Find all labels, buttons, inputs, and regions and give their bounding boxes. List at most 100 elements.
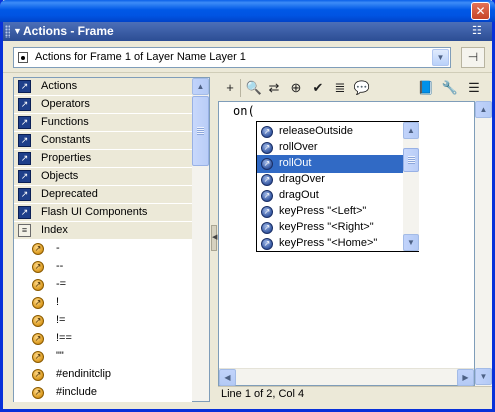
collapse-triangle-icon[interactable]: ▼ bbox=[13, 26, 22, 36]
code-hint-label: keyPress "<Right>" bbox=[279, 221, 374, 233]
operator-icon: ↗ bbox=[32, 351, 44, 363]
scroll-down-icon[interactable]: ▼ bbox=[475, 368, 492, 385]
event-icon: ↗ bbox=[261, 126, 273, 138]
operator-icon: ↗ bbox=[32, 297, 44, 309]
event-icon: ↗ bbox=[261, 222, 273, 234]
event-icon: ↗ bbox=[261, 190, 273, 202]
frame-icon bbox=[18, 52, 28, 63]
toolbox-category[interactable]: ↗ Actions bbox=[14, 78, 192, 96]
event-icon: ↗ bbox=[261, 206, 273, 218]
event-icon: ↗ bbox=[261, 142, 273, 154]
toolbox-category-label: Index bbox=[41, 224, 68, 236]
reference-icon[interactable]: 📘 bbox=[416, 78, 436, 98]
window-titlebar[interactable]: ✕ bbox=[0, 0, 495, 22]
actions-toolbox: ≡ Index ↗ Flash UI Components ↗ Deprecated ↗ Ob… bbox=[13, 77, 210, 402]
editor-gutter bbox=[219, 102, 229, 369]
operator-icon: ↗ bbox=[32, 387, 44, 399]
code-hint-label: rollOver bbox=[279, 141, 318, 153]
code-line[interactable]: on( bbox=[233, 104, 255, 118]
panel-title: Actions - Frame bbox=[23, 24, 114, 38]
index-item-label: "" bbox=[56, 350, 64, 362]
index-item[interactable]: ↗! bbox=[14, 294, 192, 312]
toolbox-category-label: Operators bbox=[41, 98, 90, 110]
operator-icon: ↗ bbox=[32, 333, 44, 345]
toolbox-scrollbar[interactable]: ▲ bbox=[192, 78, 209, 401]
code-hint-popup[interactable]: ↗ releaseOutside ↗ rollOver ↗ rollOut ↗ dragOve… bbox=[256, 121, 419, 252]
toolbox-category[interactable]: ↗ Flash UI Components bbox=[14, 204, 192, 222]
index-item[interactable]: ↗ #include bbox=[14, 384, 192, 402]
check-syntax-icon[interactable]: ✔ bbox=[308, 78, 328, 98]
category-book-icon: ↗ bbox=[18, 152, 31, 165]
toolbox-category[interactable]: ↗ Functions bbox=[14, 114, 192, 132]
scroll-up-icon[interactable]: ▲ bbox=[475, 101, 492, 118]
index-item[interactable]: ↗ -- bbox=[14, 258, 192, 276]
auto-format-icon[interactable]: ≣ bbox=[330, 78, 350, 98]
code-hint-item[interactable]: ↗ keyPress "<Home>" bbox=[257, 235, 404, 253]
toolbox-category-label: Objects bbox=[41, 170, 79, 182]
toolbox-category-label: Deprecated bbox=[41, 188, 98, 200]
scroll-right-icon[interactable]: ▶ bbox=[457, 369, 474, 386]
chevron-down-icon[interactable]: ▼ bbox=[432, 49, 449, 66]
toolbox-category-label: Flash UI Components bbox=[41, 206, 148, 218]
code-hint-label: releaseOutside bbox=[279, 125, 353, 137]
index-item-label: -- bbox=[56, 260, 64, 272]
operator-icon: ↗ bbox=[32, 315, 44, 327]
toolbox-category[interactable]: ↗ Constants bbox=[14, 132, 192, 150]
view-options-icon[interactable]: ☰ bbox=[464, 78, 484, 98]
operator-icon: ↗ bbox=[32, 261, 44, 273]
code-hint-label: keyPress "<Left>" bbox=[279, 205, 367, 217]
script-toolbar: + 🔍 ⇄ ⊕ ✔ ≣ 💬 📘 🔧 ☰ bbox=[218, 77, 490, 99]
index-item-label: !== bbox=[56, 332, 72, 344]
operator-icon: ↗ bbox=[32, 279, 44, 291]
category-book-icon: ↗ bbox=[18, 206, 31, 219]
toolbox-category[interactable]: ≡ Index bbox=[14, 222, 192, 240]
index-item[interactable]: ↗ -= bbox=[14, 276, 192, 294]
show-code-hint-icon[interactable]: 💬 bbox=[352, 78, 372, 98]
toolbox-category[interactable]: ↗ Properties bbox=[14, 150, 192, 168]
category-book-icon: ↗ bbox=[18, 170, 31, 183]
index-item-label: -= bbox=[56, 278, 67, 290]
index-item-label: - bbox=[56, 242, 60, 254]
pane-splitter[interactable]: ◀ bbox=[210, 77, 218, 402]
scroll-up-icon[interactable]: ▲ bbox=[192, 78, 209, 95]
operator-icon: ↗ bbox=[32, 243, 44, 255]
index-item[interactable]: ↗ "" bbox=[14, 348, 192, 366]
drag-grip-icon[interactable] bbox=[5, 25, 10, 38]
editor-horizontal-scrollbar[interactable]: ◀ ▶ bbox=[219, 368, 474, 386]
window-close-button[interactable]: ✕ bbox=[471, 2, 490, 20]
status-bar: Line 1 of 2, Col 4 bbox=[218, 386, 492, 402]
operator-icon: ↗ bbox=[32, 369, 44, 381]
toolbox-category-label: Constants bbox=[41, 134, 91, 146]
code-hint-label: rollOut bbox=[279, 157, 312, 169]
index-item[interactable]: ↗ != bbox=[14, 312, 192, 330]
toolbox-category[interactable]: ↗ Objects bbox=[14, 168, 192, 186]
index-item[interactable]: ↗ !== bbox=[14, 330, 192, 348]
event-icon: ↗ bbox=[261, 238, 273, 250]
replace-icon[interactable]: ⇄ bbox=[264, 78, 284, 98]
panel-options-icon[interactable]: ☷ bbox=[472, 25, 486, 37]
code-hint-scroll-thumb[interactable] bbox=[403, 148, 419, 172]
find-icon[interactable]: 🔍 bbox=[244, 78, 264, 98]
code-hint-scrollbar[interactable]: ▲ ▼ bbox=[403, 122, 419, 251]
category-book-icon: ↗ bbox=[18, 98, 31, 111]
toolbox-category-label: Actions bbox=[41, 80, 78, 92]
index-item[interactable]: ↗ - bbox=[14, 240, 192, 258]
toolbox-category[interactable]: ↗ Deprecated bbox=[14, 186, 192, 204]
pin-script-button[interactable]: ⊣ bbox=[461, 47, 485, 68]
toolbox-category[interactable]: ↗ Operators bbox=[14, 96, 192, 114]
cursor-position: Line 1 of 2, Col 4 bbox=[221, 388, 305, 400]
collapse-pane-icon[interactable]: ◀ bbox=[211, 225, 217, 251]
index-item[interactable]: ↗ #endinitclip bbox=[14, 366, 192, 384]
index-item-label: #include bbox=[56, 386, 97, 398]
scroll-up-icon[interactable]: ▲ bbox=[403, 122, 419, 139]
add-item-icon[interactable]: + bbox=[220, 78, 240, 98]
script-target-select[interactable]: Actions for Frame 1 of Layer Name Layer … bbox=[13, 47, 451, 68]
debug-options-icon[interactable]: 🔧 bbox=[440, 78, 460, 98]
editor-vertical-scrollbar[interactable]: ▲ ▼ bbox=[475, 101, 492, 386]
scroll-left-icon[interactable]: ◀ bbox=[219, 369, 236, 386]
toolbox-scroll-thumb[interactable] bbox=[192, 96, 209, 166]
target-path-icon[interactable]: ⊕ bbox=[286, 78, 306, 98]
category-book-icon: ↗ bbox=[18, 188, 31, 201]
scroll-down-icon[interactable]: ▼ bbox=[403, 234, 419, 251]
panel-header[interactable]: ▼ Actions - Frame ☷ bbox=[3, 22, 492, 41]
